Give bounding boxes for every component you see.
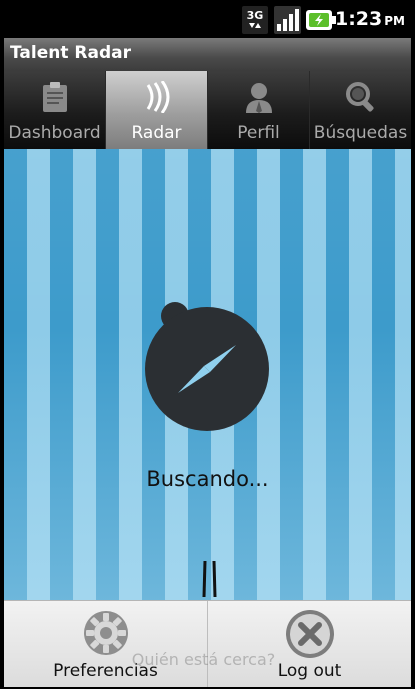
svg-text:3G: 3G bbox=[247, 9, 264, 22]
tab-perfil[interactable]: Perfil bbox=[208, 71, 310, 149]
gear-icon bbox=[83, 611, 128, 655]
magnifier-icon bbox=[345, 82, 374, 112]
signal-icon bbox=[274, 6, 301, 34]
app-title: Talent Radar bbox=[10, 43, 131, 63]
preferences-menu-item[interactable]: Preferencias bbox=[4, 601, 208, 687]
tab-bar: Dashboard Radar Perfil Búsquedas bbox=[4, 71, 411, 149]
battery-charging-icon bbox=[306, 10, 336, 30]
app-title-bar: Talent Radar bbox=[4, 38, 411, 71]
person-icon bbox=[245, 83, 272, 113]
scroll-handle-icon bbox=[202, 561, 217, 598]
clock: 1:23 PM bbox=[334, 8, 405, 30]
tab-radar[interactable]: Radar bbox=[106, 71, 208, 149]
close-circle-icon bbox=[285, 610, 334, 658]
phone-screen: 3G 1:23 PM Talent Radar Dashboard Radar … bbox=[0, 0, 415, 689]
compass-icon bbox=[145, 302, 269, 431]
tab-dashboard[interactable]: Dashboard bbox=[4, 71, 106, 149]
logout-menu-item[interactable]: Log out bbox=[208, 601, 411, 687]
radar-content: Buscando... bbox=[4, 149, 411, 600]
status-bar: 3G 1:23 PM bbox=[0, 0, 415, 38]
options-menu: Preferencias Log out bbox=[4, 600, 411, 687]
tab-busquedas[interactable]: Búsquedas bbox=[310, 71, 411, 149]
radar-waves-icon bbox=[146, 81, 169, 113]
network-3g-icon: 3G bbox=[242, 6, 268, 34]
searching-status: Buscando... bbox=[146, 467, 269, 491]
clipboard-icon bbox=[42, 82, 67, 112]
